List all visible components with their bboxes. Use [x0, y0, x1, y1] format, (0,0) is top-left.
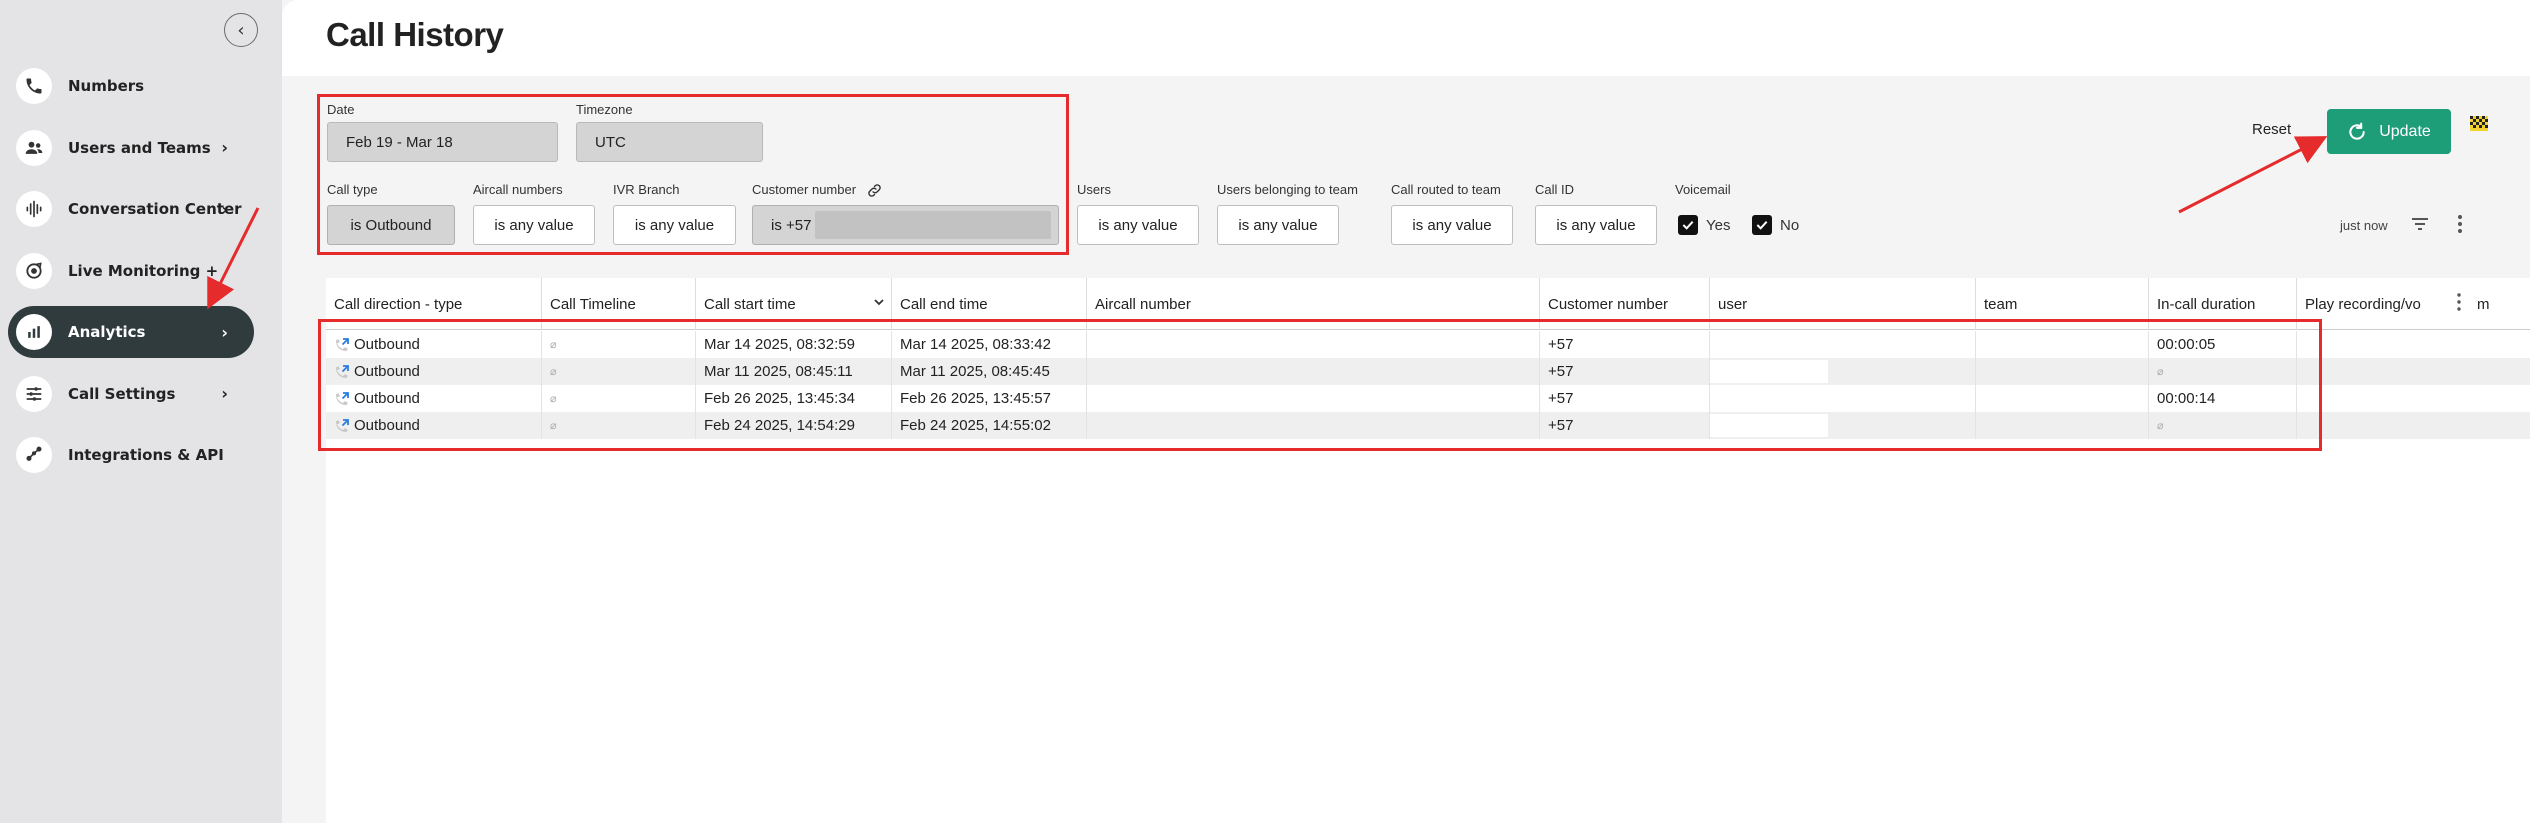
column-menu-icon[interactable] [2456, 292, 2462, 312]
checkmark-icon [1756, 220, 1768, 230]
checkmark-icon [1682, 220, 1694, 230]
users-team-filter[interactable]: is any value [1217, 205, 1339, 245]
sidebar-item-live-monitoring[interactable]: Live Monitoring + [8, 245, 254, 297]
chevron-right-icon: › [221, 138, 228, 157]
checkered-flag-icon[interactable] [2470, 116, 2488, 131]
users-team-label: Users belonging to team [1217, 182, 1358, 197]
reset-button[interactable]: Reset [2252, 121, 2291, 138]
sidebar-item-label: Live Monitoring + [68, 261, 219, 280]
annotation-highlight-rows [318, 319, 2322, 451]
cell-recording [2297, 385, 2530, 412]
filter-icon[interactable] [2410, 216, 2430, 232]
refresh-icon [2349, 122, 2365, 140]
update-button[interactable]: Update [2327, 109, 2451, 154]
analytics-icon [16, 314, 52, 350]
sidebar-item-label: Integrations & API [68, 446, 224, 464]
call-id-value: is any value [1556, 216, 1636, 234]
users-filter[interactable]: is any value [1077, 205, 1199, 245]
sidebar-item-integrations[interactable]: Integrations & API [8, 429, 254, 481]
sidebar: ‹ Numbers Users and Teams › Conversation… [0, 0, 282, 823]
call-id-filter[interactable]: is any value [1535, 205, 1657, 245]
more-vertical-icon[interactable] [2457, 214, 2463, 234]
sidebar-item-label: Users and Teams [68, 138, 211, 157]
arrow-to-update [2178, 136, 2328, 214]
call-id-label: Call ID [1535, 182, 1575, 197]
annotation-highlight-filters [317, 94, 1069, 255]
voicemail-yes-label: Yes [1706, 217, 1731, 234]
phone-icon [16, 68, 52, 104]
sidebar-item-users-and-teams[interactable]: Users and Teams › [8, 122, 254, 174]
sidebar-nav: Numbers Users and Teams › Conversation C… [8, 60, 254, 491]
sidebar-item-call-settings[interactable]: Call Settings › [8, 368, 254, 420]
users-label: Users [1077, 182, 1111, 197]
page-header: Call History [282, 0, 2530, 76]
monitor-icon [16, 252, 52, 289]
users-value: is any value [1098, 216, 1178, 234]
voicemail-yes-checkbox[interactable] [1678, 215, 1698, 235]
sidebar-item-label: Analytics [68, 323, 146, 341]
cell-recording [2297, 331, 2530, 358]
sidebar-item-analytics[interactable]: Analytics › [8, 306, 254, 358]
chevron-left-icon: ‹ [237, 19, 245, 41]
sidebar-item-label: Numbers [68, 77, 145, 95]
chevron-right-icon: › [221, 199, 228, 219]
routed-team-value: is any value [1412, 216, 1492, 234]
routed-team-filter[interactable]: is any value [1391, 205, 1513, 245]
column-header-m[interactable]: m [2469, 278, 2530, 330]
cell-recording [2297, 412, 2530, 439]
waveform-icon [16, 191, 52, 227]
sort-descending-icon[interactable] [873, 296, 885, 308]
sidebar-item-label: Conversation Center [68, 200, 242, 218]
chevron-right-icon: › [221, 384, 228, 403]
last-updated-text: just now [2340, 218, 2388, 233]
voicemail-label: Voicemail [1675, 182, 1731, 197]
chevron-right-icon: › [221, 322, 228, 342]
users-team-value: is any value [1238, 216, 1318, 234]
update-label: Update [2379, 122, 2431, 140]
sidebar-item-label: Call Settings [68, 384, 176, 403]
collapse-sidebar-button[interactable]: ‹ [224, 13, 258, 47]
voicemail-no-label: No [1780, 217, 1800, 234]
voicemail-no-checkbox[interactable] [1752, 215, 1772, 235]
users-icon [16, 129, 52, 166]
routed-team-label: Call routed to team [1391, 182, 1501, 197]
main-content: Call History Date Feb 19 - Mar 18 Timezo… [282, 0, 2530, 823]
sliders-icon [16, 375, 52, 412]
sidebar-item-conversation-center[interactable]: Conversation Center › [8, 183, 254, 235]
integrations-icon [16, 437, 52, 473]
sidebar-item-numbers[interactable]: Numbers [8, 60, 254, 112]
page-title: Call History [326, 16, 504, 53]
cell-recording [2297, 358, 2530, 385]
